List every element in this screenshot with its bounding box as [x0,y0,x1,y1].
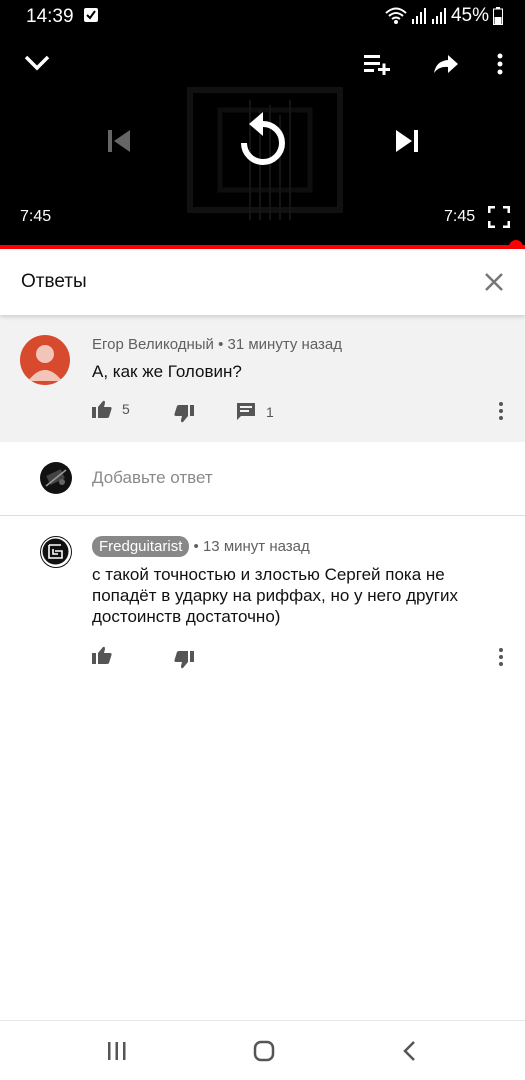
reply-comment: Fredguitarist • 13 минут назад с такой т… [0,516,525,676]
comment-meta: Fredguitarist • 13 минут назад [92,536,310,557]
status-indicators: 45% [385,5,503,27]
like-button[interactable] [92,646,112,664]
dislike-button[interactable] [174,405,194,423]
reply-count: 1 [266,403,274,420]
battery-percentage: 45% [450,5,489,26]
thumbs-down-icon [174,651,194,669]
comment-author[interactable]: Егор Великодный [92,336,214,353]
add-reply-input[interactable] [92,468,472,488]
like-count: 5 [122,401,130,417]
comment-more-icon[interactable] [497,401,505,421]
comment-text: А, как же Головин? [92,362,242,381]
comment-icon [237,403,255,420]
my-avatar [40,462,72,494]
signal-icon [411,8,426,24]
replay-icon [241,112,285,165]
guitar-photo-icon [45,469,67,487]
fullscreen-button[interactable] [486,204,512,230]
avatar[interactable] [40,536,72,568]
next-icon [396,130,418,152]
home-button[interactable] [250,1037,278,1065]
replies-header: Ответы [0,249,525,315]
battery-icon [493,7,503,25]
previous-button[interactable] [102,124,136,158]
replay-button[interactable] [232,106,294,172]
system-nav-bar [0,1020,525,1080]
comment-meta: Егор Великодный • 31 минуту назад [92,336,342,353]
default-user-icon [28,345,62,381]
thumbs-up-icon [92,400,112,418]
current-time: 7:45 [20,208,52,225]
parent-comment: Егор Великодный • 31 минуту назад А, как… [0,315,525,442]
replies-count-button[interactable]: 1 [236,402,274,421]
collapse-button[interactable] [20,48,54,78]
comment-time: 31 минуту назад [227,336,342,353]
add-reply-row [0,442,525,516]
share-icon [434,55,458,73]
close-button[interactable] [481,269,507,295]
comment-time: 13 минут назад [202,538,310,555]
comment-text: с такой точностью и злостью Сергей пока … [92,565,458,626]
meta-separator: • [218,336,228,353]
wifi-icon [385,7,407,24]
back-icon [403,1041,415,1061]
collapse-icon [24,55,50,71]
recents-icon [108,1042,126,1060]
back-button[interactable] [396,1037,424,1065]
thumbs-down-icon [174,405,194,423]
add-to-queue-icon [364,55,390,75]
replies-title: Ответы [21,271,87,292]
meta-separator: • [193,538,203,555]
more-options-button[interactable] [490,50,510,78]
dislike-button[interactable] [174,651,194,669]
comment-author[interactable]: Fredguitarist [92,536,190,557]
close-icon [485,273,503,291]
home-icon [253,1040,275,1062]
add-to-queue-button[interactable] [362,50,394,78]
channel-logo-icon [42,538,69,565]
more-icon [497,53,503,75]
duration: 7:45 [444,208,476,225]
status-time: 14:39 [26,6,74,27]
avatar[interactable] [20,335,70,385]
recents-button[interactable] [103,1037,131,1065]
video-player[interactable]: 14:39 45% 7:45 7:45 [0,0,525,248]
next-button[interactable] [390,124,424,158]
comment-more-icon[interactable] [497,647,505,667]
previous-icon [108,130,130,152]
signal-icon [431,8,446,24]
like-button[interactable]: 5 [92,400,130,418]
thumbs-up-icon [92,646,112,664]
fullscreen-icon [488,206,510,228]
share-button[interactable] [430,50,462,78]
status-bar: 14:39 45% [0,0,525,32]
notification-icon [84,8,98,22]
